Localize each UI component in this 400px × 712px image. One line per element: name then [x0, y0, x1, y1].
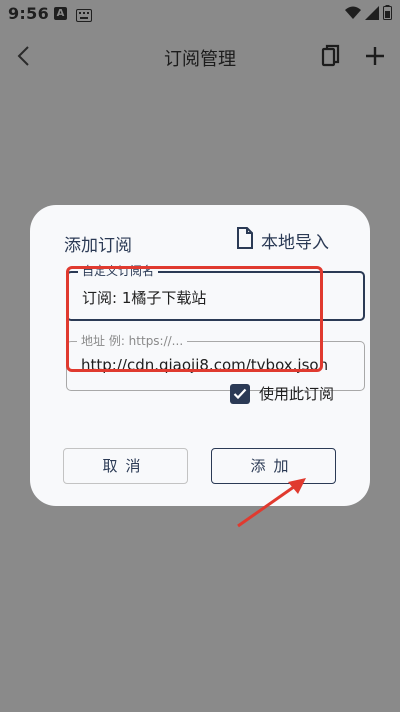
dialog-title: 添加订阅: [64, 236, 132, 256]
annotation-arrow-icon: [237, 478, 306, 528]
use-subscription-toggle[interactable]: 使用此订阅: [230, 383, 334, 404]
app-bar: 订阅管理: [0, 28, 400, 86]
cancel-button[interactable]: 取消: [63, 448, 188, 484]
copy-icon[interactable]: [320, 44, 342, 72]
status-time: 9:56: [8, 4, 49, 23]
local-import-button[interactable]: 本地导入: [236, 227, 329, 254]
signal-icon: [365, 5, 379, 24]
checkbox-checked-icon[interactable]: [230, 383, 250, 404]
annotation-highlight-box: [66, 266, 323, 372]
battery-icon: [383, 5, 392, 24]
status-bar: 9:56 A: [0, 0, 400, 28]
use-subscription-label: 使用此订阅: [259, 385, 335, 403]
file-icon: [236, 227, 254, 254]
notification-a-icon: A: [54, 7, 67, 20]
add-icon[interactable]: [364, 45, 386, 71]
wifi-icon: [345, 5, 361, 24]
local-import-label: 本地导入: [261, 233, 329, 253]
keyboard-icon: [76, 7, 92, 26]
